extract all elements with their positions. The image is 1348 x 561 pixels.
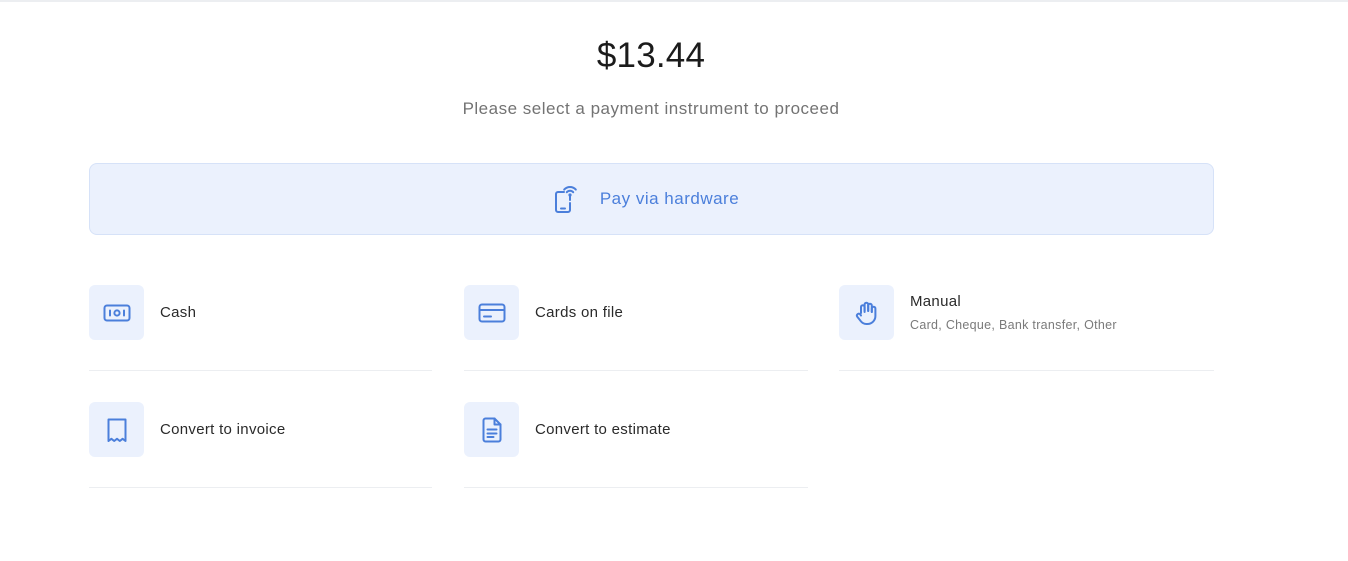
receipt-icon [107, 418, 126, 442]
option-label-convert-to-invoice: Convert to invoice [160, 421, 286, 438]
top-divider [0, 0, 1348, 2]
option-label-cash: Cash [160, 304, 197, 321]
option-label-convert-to-estimate: Convert to estimate [535, 421, 671, 438]
payment-instruction: Please select a payment instrument to pr… [462, 99, 840, 118]
phone-nfc-icon [554, 186, 577, 213]
option-icon-tile [839, 285, 894, 340]
option-text: Convert to estimate [535, 402, 671, 457]
payment-option-convert-to-invoice[interactable]: Convert to invoice [89, 402, 432, 488]
option-label-cards-on-file: Cards on file [535, 304, 624, 321]
option-sub-manual: Card, Cheque, Bank transfer, Other [910, 318, 1117, 332]
option-icon-tile [464, 402, 519, 457]
document-icon [482, 417, 501, 442]
payment-option-manual[interactable]: Manual Card, Cheque, Bank transfer, Othe… [839, 285, 1214, 371]
option-icon-tile [89, 285, 144, 340]
pay-via-hardware-content: Pay via hardware [552, 184, 739, 214]
option-icon-tile [89, 402, 144, 457]
option-icon-tile [464, 285, 519, 340]
payment-amount: $13.44 [596, 36, 706, 75]
payment-option-cash[interactable]: Cash [89, 285, 432, 371]
payment-page: $13.44 Please select a payment instrumen… [0, 0, 1348, 561]
pay-via-hardware-button[interactable]: Pay via hardware [89, 163, 1214, 235]
payment-option-cards-on-file[interactable]: Cards on file [464, 285, 808, 371]
option-text: Convert to invoice [160, 402, 285, 457]
option-text: Cards on file [535, 285, 623, 340]
option-text: Cash [160, 285, 196, 340]
cash-icon [103, 304, 130, 321]
option-text: Manual Card, Cheque, Bank transfer, Othe… [910, 285, 1117, 340]
credit-card-icon [478, 303, 505, 322]
payment-option-convert-to-estimate[interactable]: Convert to estimate [464, 402, 808, 488]
hand-icon [855, 301, 876, 325]
pay-via-hardware-label: Pay via hardware [599, 189, 740, 208]
option-label-manual: Manual [910, 293, 961, 310]
